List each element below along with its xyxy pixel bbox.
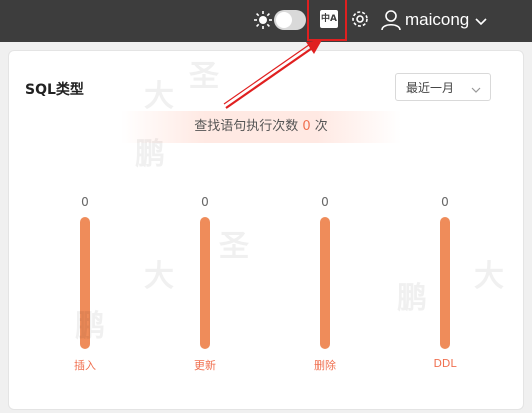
toggle-knob — [276, 12, 292, 28]
theme-toggle[interactable] — [274, 10, 306, 30]
annotation-highlight-box — [307, 0, 347, 41]
bar — [200, 217, 210, 349]
bar — [80, 217, 90, 349]
bar — [440, 217, 450, 349]
sql-type-bar-chart: 0 插入 0 更新 0 删除 0 DDL — [9, 51, 525, 411]
user-icon[interactable] — [381, 9, 401, 31]
gear-icon[interactable] — [349, 8, 371, 30]
bar-value: 0 — [201, 195, 209, 209]
bar-value: 0 — [441, 195, 449, 209]
chevron-down-icon[interactable] — [474, 13, 488, 27]
username[interactable]: maicong — [405, 9, 469, 31]
sun-icon — [253, 10, 273, 30]
bar-value: 0 — [81, 195, 89, 209]
bar-category-label: 删除 — [314, 359, 336, 372]
bar-category-label: 更新 — [194, 359, 216, 372]
bar-category-label: 插入 — [74, 359, 96, 372]
sql-type-panel: SQL类型 最近一月 查找语句执行次数 0 次 0 插入 0 更新 0 删除 0 DDL 鹏 … — [8, 50, 524, 410]
bar-value: 0 — [321, 195, 329, 209]
bar — [320, 217, 330, 349]
bar-category-label: DDL — [433, 357, 457, 370]
top-bar: 中A maicong — [0, 0, 532, 42]
